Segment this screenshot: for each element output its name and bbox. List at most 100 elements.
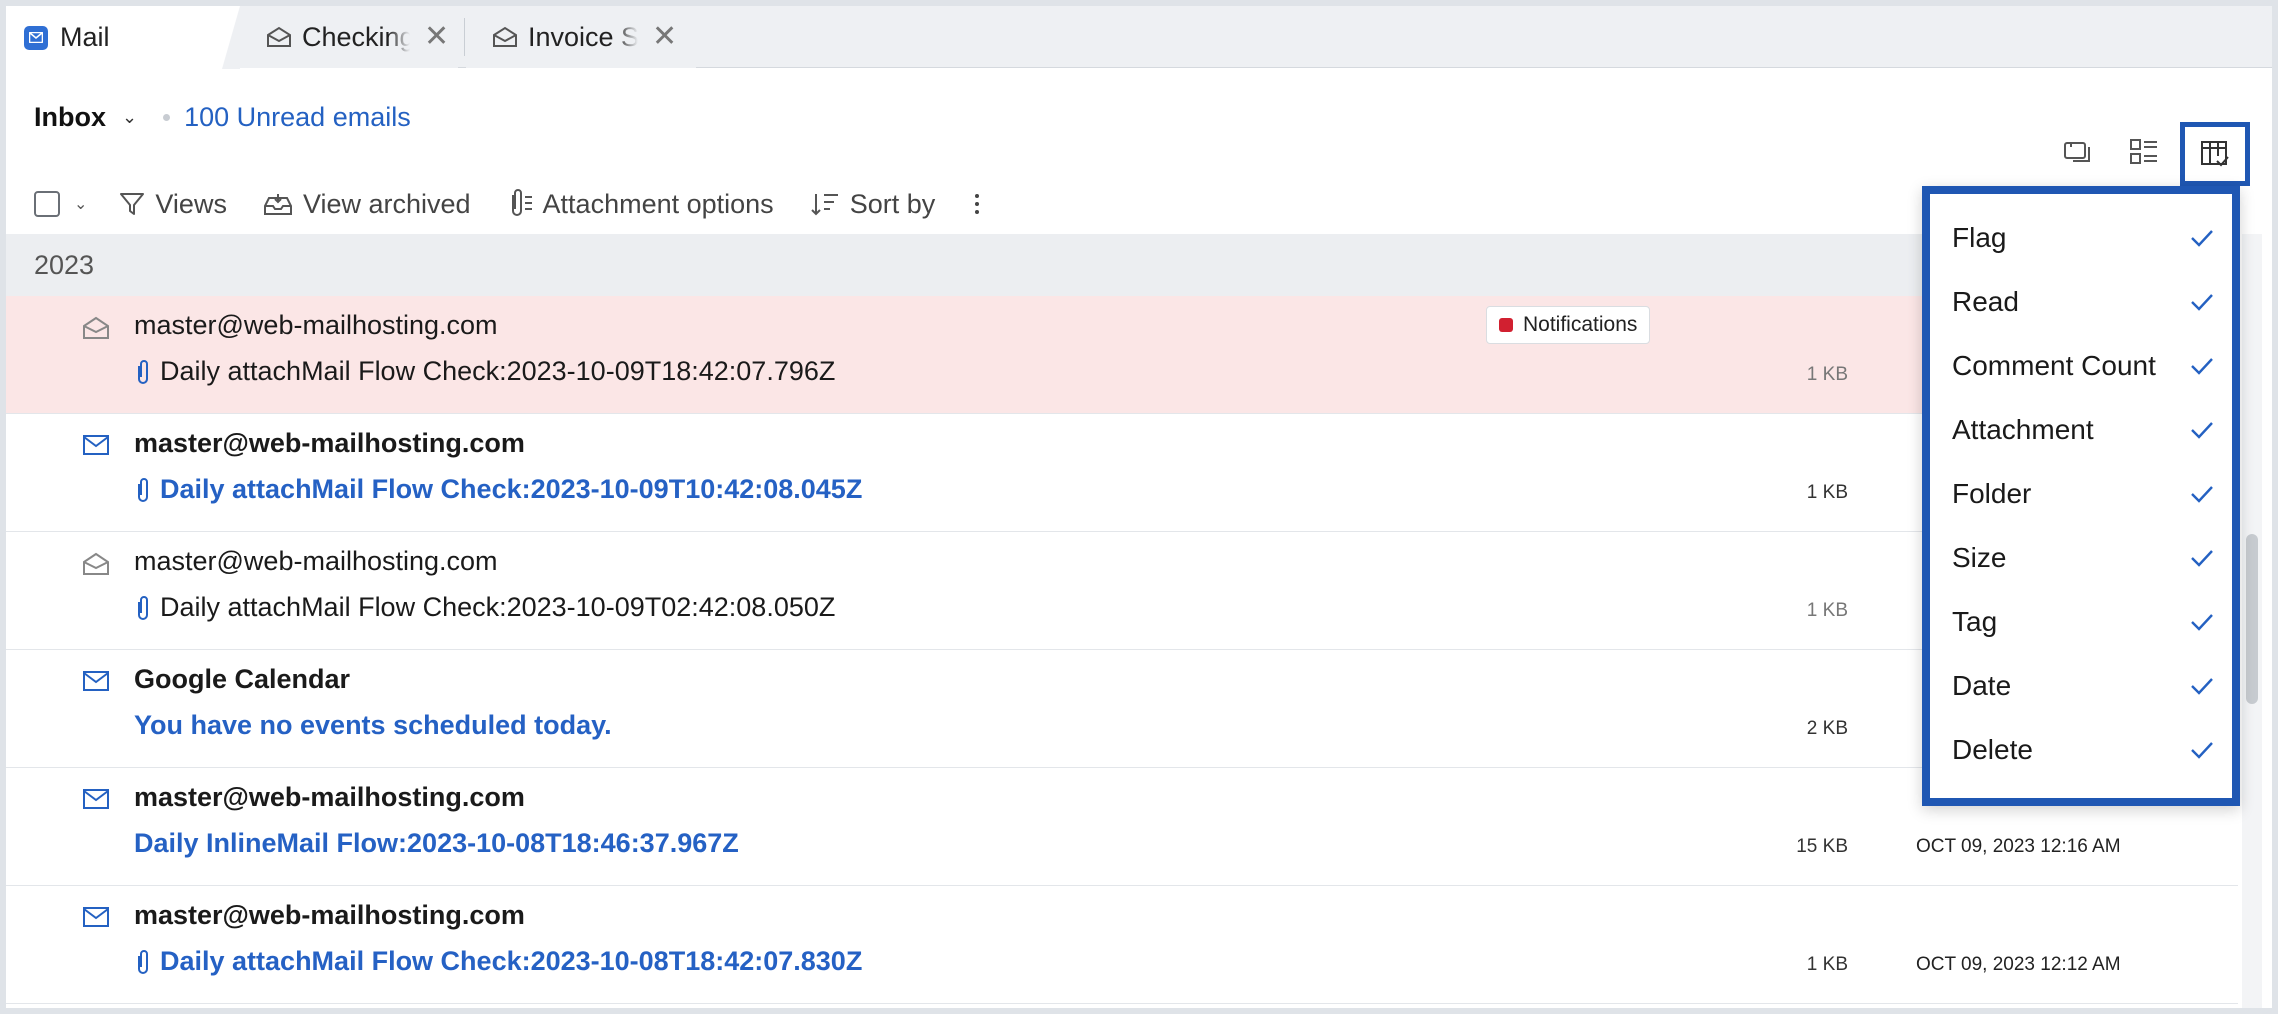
select-all-checkbox[interactable]: [34, 191, 60, 217]
envelope-open-icon: [493, 26, 517, 47]
scrollbar-thumb[interactable]: [2246, 534, 2258, 704]
email-size: 1 KB: [1806, 364, 1848, 385]
more-options-icon[interactable]: [975, 194, 980, 214]
email-subject: Daily attachMail Flow Check:2023-10-09T0…: [160, 592, 836, 622]
envelope-open-icon[interactable]: [82, 552, 110, 576]
email-subject: Daily attachMail Flow Check:2023-10-08T1…: [160, 946, 863, 976]
menu-item-attachment[interactable]: Attachment: [1930, 398, 2232, 462]
email-sender: master@web-mailhosting.com: [134, 782, 525, 812]
tag-badge[interactable]: Notifications: [1486, 306, 1651, 344]
menu-item-tag[interactable]: Tag: [1930, 590, 2232, 654]
view-mode-switcher: [2058, 132, 2190, 172]
tab-checking[interactable]: Checking p ✕: [240, 6, 458, 68]
checkmark-icon: [2190, 478, 2214, 510]
menu-item-label: Flag: [1952, 222, 2007, 253]
envelope-closed-icon[interactable]: [82, 434, 110, 456]
menu-item-label: Comment Count: [1952, 350, 2156, 381]
column-settings-button[interactable]: [2180, 122, 2250, 186]
envelope-closed-icon[interactable]: [82, 788, 110, 810]
checkmark-icon: [2190, 286, 2214, 318]
email-sender: Google Calendar: [134, 664, 351, 694]
envelope-closed-icon[interactable]: [82, 906, 110, 928]
menu-item-folder[interactable]: Folder: [1930, 462, 2232, 526]
column-settings-menu: Flag Read Comment Count Attachment Folde…: [1922, 186, 2240, 806]
menu-item-date[interactable]: Date: [1930, 654, 2232, 718]
email-row[interactable]: master@web-mailhosting.com Daily attachM…: [6, 886, 2238, 1004]
email-sender: master@web-mailhosting.com: [134, 310, 498, 340]
checkmark-icon: [2190, 222, 2214, 254]
paperclip-icon: [138, 595, 148, 620]
views-button[interactable]: Views: [119, 189, 227, 220]
email-subject: You have no events scheduled today.: [134, 710, 612, 740]
separator-dot: [163, 114, 171, 121]
checkmark-icon: [2190, 350, 2214, 382]
menu-item-label: Size: [1952, 542, 2007, 573]
checkmark-icon: [2190, 542, 2214, 574]
folder-title[interactable]: Inbox: [34, 102, 106, 133]
tab-label: Mail: [60, 22, 110, 52]
mail-app-icon: [24, 25, 48, 50]
email-row[interactable]: master@web-mailhosting.com Notifications…: [6, 296, 2238, 414]
tab-divider: [222, 6, 240, 69]
email-sender: master@web-mailhosting.com: [134, 546, 498, 576]
folder-header: Inbox ⌄ 100 Unread emails: [34, 102, 411, 133]
email-list: 2023 master@web-mailhosting.com Notifica…: [6, 234, 2238, 1004]
email-row[interactable]: master@web-mailhosting.com Daily attachM…: [6, 532, 2238, 650]
menu-item-label: Tag: [1952, 606, 1998, 637]
list-view-icon[interactable]: [2124, 132, 2164, 172]
menu-item-delete[interactable]: Delete: [1930, 718, 2232, 782]
menu-item-label: Date: [1952, 670, 2012, 701]
email-subject: Daily attachMail Flow Check:2023-10-09T1…: [160, 356, 836, 386]
tag-color: [1499, 318, 1513, 332]
menu-item-label: Folder: [1952, 478, 2032, 509]
tab-label: Invoice Su: [528, 21, 638, 52]
conversation-view-icon[interactable]: [2058, 132, 2098, 172]
chevron-down-icon[interactable]: ⌄: [74, 194, 87, 214]
attachment-list-icon: [511, 189, 532, 216]
tab-invoice[interactable]: Invoice Su ✕: [466, 6, 696, 68]
checkmark-icon: [2190, 670, 2214, 702]
email-size: 2 KB: [1806, 718, 1848, 739]
menu-item-comment-count[interactable]: Comment Count: [1930, 334, 2232, 398]
checkmark-icon: [2190, 734, 2214, 766]
close-icon[interactable]: ✕: [424, 22, 449, 52]
email-size: 1 KB: [1806, 954, 1848, 975]
envelope-closed-icon[interactable]: [82, 670, 110, 692]
email-subject: Daily attachMail Flow Check:2023-10-09T1…: [160, 474, 863, 504]
envelope-open-icon: [267, 26, 291, 47]
table-columns-icon: [2201, 141, 2229, 167]
email-subject: Daily InlineMail Flow:2023-10-08T18:46:3…: [134, 828, 739, 858]
tab-bar: Mail Checking p ✕ Invoice Su ✕: [6, 6, 2272, 69]
menu-item-label: Attachment: [1952, 414, 2094, 445]
list-scrollbar[interactable]: [2242, 234, 2262, 1008]
tab-mail[interactable]: Mail: [6, 6, 228, 69]
sort-by-button[interactable]: Sort by: [810, 188, 936, 220]
paperclip-icon: [138, 949, 148, 974]
archive-icon: [263, 194, 292, 215]
attachment-options-button[interactable]: Attachment options: [507, 189, 774, 220]
tag-label: Notifications: [1523, 313, 1638, 336]
tab-separator: [464, 18, 465, 56]
menu-item-size[interactable]: Size: [1930, 526, 2232, 590]
views-label: Views: [155, 188, 227, 219]
email-size: 1 KB: [1806, 482, 1848, 503]
view-archived-label: View archived: [302, 188, 471, 219]
email-row[interactable]: Google Calendar You have no events sched…: [6, 650, 2238, 768]
menu-item-read[interactable]: Read: [1930, 270, 2232, 334]
email-size: 15 KB: [1796, 836, 1848, 857]
email-sender: master@web-mailhosting.com: [134, 900, 525, 930]
menu-item-label: Read: [1952, 286, 2019, 317]
filter-icon: [120, 193, 145, 215]
chevron-down-icon[interactable]: ⌄: [122, 107, 137, 128]
mail-window: Mail Checking p ✕ Invoice Su ✕ Inbox ⌄ 1…: [6, 6, 2272, 1008]
email-row[interactable]: master@web-mailhosting.com Daily attachM…: [6, 414, 2238, 532]
sort-by-label: Sort by: [849, 188, 936, 219]
menu-item-flag[interactable]: Flag: [1930, 206, 2232, 270]
email-date: OCT 09, 2023 12:12 AM: [1916, 954, 2121, 975]
email-row[interactable]: master@web-mailhosting.com Daily InlineM…: [6, 768, 2238, 886]
email-size: 1 KB: [1806, 600, 1848, 621]
close-icon[interactable]: ✕: [652, 22, 677, 52]
unread-count-link[interactable]: 100 Unread emails: [184, 102, 411, 133]
envelope-open-icon[interactable]: [82, 316, 110, 340]
view-archived-button[interactable]: View archived: [263, 189, 471, 220]
